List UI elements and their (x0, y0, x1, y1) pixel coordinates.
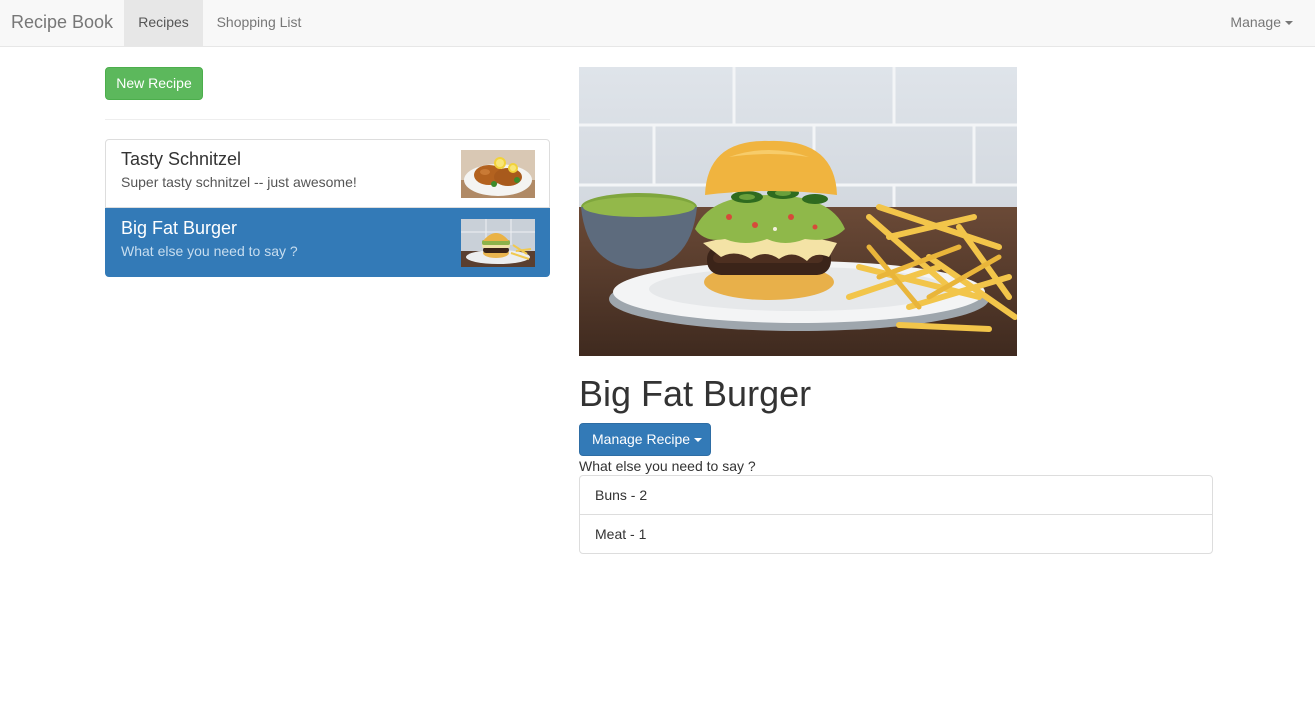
recipe-description: What else you need to say ? (579, 458, 756, 474)
manage-dropdown-label: Manage (1230, 14, 1281, 30)
ingredient-item[interactable]: Meat - 1 (579, 514, 1213, 554)
recipe-description: What else you need to say ? (121, 243, 298, 259)
manage-recipe-button[interactable]: Manage Recipe (579, 423, 711, 456)
new-recipe-button[interactable]: New Recipe (105, 67, 203, 100)
recipe-list-item-active[interactable]: Big Fat Burger What else you need to say… (105, 208, 550, 277)
recipe-image (579, 67, 1017, 356)
caret-down-icon (1285, 21, 1293, 26)
schnitzel-thumbnail (461, 150, 535, 198)
manage-recipe-label: Manage Recipe (592, 431, 691, 447)
recipe-name: Big Fat Burger (121, 218, 238, 238)
tab-recipes[interactable]: Recipes (124, 0, 203, 46)
ingredient-list: Buns - 2 Meat - 1 (579, 475, 1213, 554)
recipe-list-item[interactable]: Tasty Schnitzel Super tasty schnitzel --… (105, 139, 550, 208)
ingredient-item[interactable]: Buns - 2 (579, 475, 1213, 515)
navbar: Recipe Book Recipes Shopping List Manage (0, 0, 1315, 47)
brand-link[interactable]: Recipe Book (11, 0, 113, 46)
caret-down-icon (694, 438, 703, 443)
recipe-name: Tasty Schnitzel (121, 149, 242, 169)
recipe-title: Big Fat Burger (579, 373, 812, 414)
recipe-description: Super tasty schnitzel -- just awesome! (121, 174, 357, 190)
tab-shopping-list[interactable]: Shopping List (203, 0, 315, 46)
burger-thumbnail (461, 219, 535, 267)
manage-dropdown[interactable]: Manage (1230, 0, 1293, 46)
divider (105, 119, 550, 120)
